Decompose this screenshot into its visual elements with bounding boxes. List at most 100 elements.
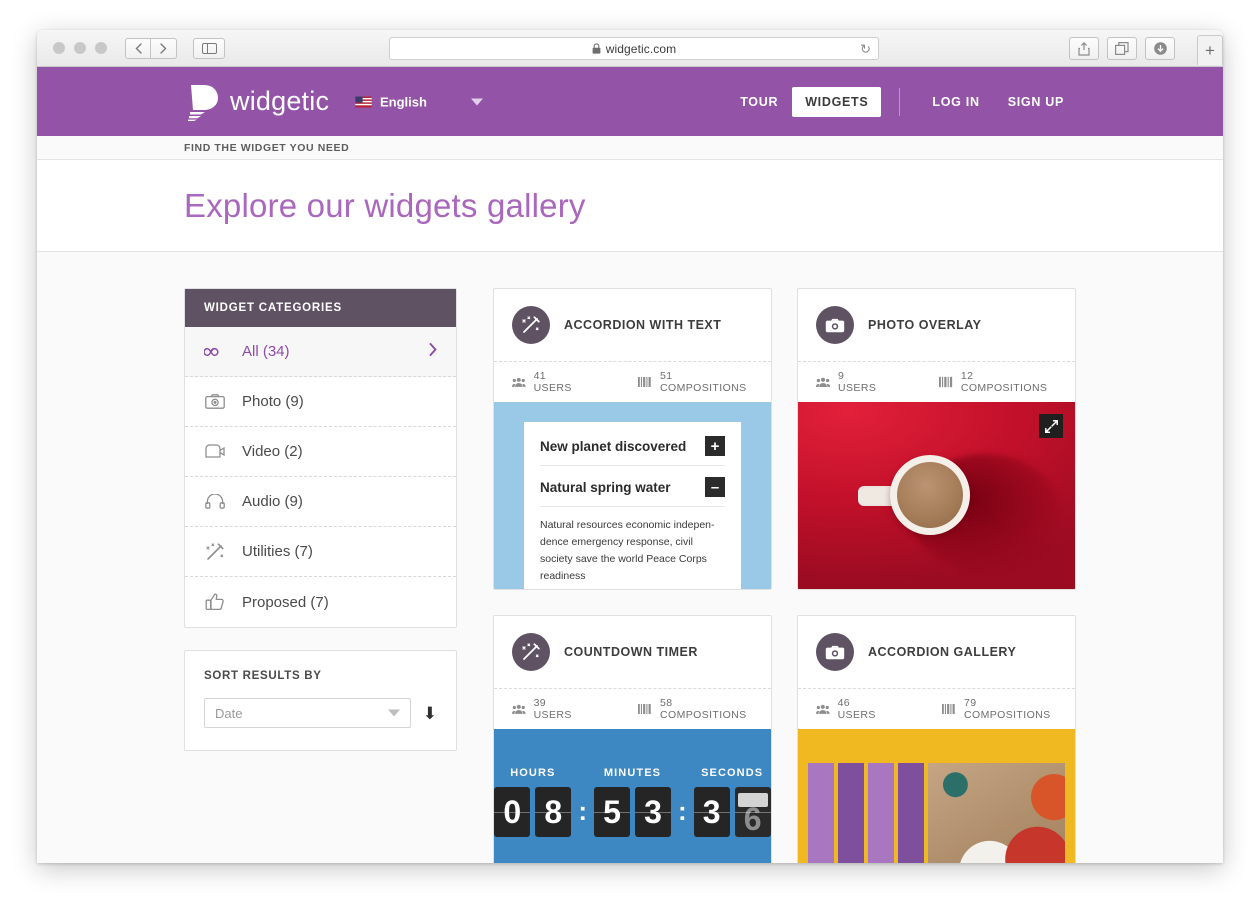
browser-window: widgetic.com ↻ + widgetic English TOUR W… (37, 30, 1223, 863)
compositions-stat: 58 COMPOSITIONS (638, 697, 753, 721)
users-count: 9 USERS (838, 370, 877, 394)
main-navigation: TOUR WIDGETS LOG IN SIGN UP (726, 86, 1078, 117)
compositions-icon (938, 376, 952, 388)
nav-item-tour[interactable]: TOUR (726, 95, 792, 109)
headphones-icon (204, 494, 226, 509)
new-tab-button[interactable]: + (1197, 35, 1223, 65)
card-stats: 39 USERS 58 COMPOSITIONS (494, 688, 771, 729)
sidebar-item-label: All (34) (242, 343, 290, 360)
downloads-button[interactable] (1145, 37, 1175, 60)
widget-card-accordion-with-text[interactable]: ACCORDION WITH TEXT 41 USERS 51 COMPOSIT… (493, 288, 772, 590)
sidebar-item-audio[interactable]: Audio (9) (185, 477, 456, 527)
widget-categories-panel: WIDGET CATEGORIES All (34) Photo (9) Vid… (184, 288, 457, 628)
flip-flap (737, 793, 768, 807)
log-in-link[interactable]: LOG IN (918, 95, 993, 109)
card-header: COUNTDOWN TIMER (494, 616, 771, 688)
card-preview-photo[interactable] (798, 402, 1075, 589)
compositions-count: 58 COMPOSITIONS (660, 697, 747, 721)
card-preview-accordion[interactable]: New planet discovered + Natural spring w… (494, 402, 771, 589)
sidebar: WIDGET CATEGORIES All (34) Photo (9) Vid… (184, 288, 457, 863)
expand-fullscreen-icon[interactable] (1039, 414, 1063, 438)
card-preview-countdown[interactable]: HOURS 0 8 : MINUTES 5 3: SECONDS 3 6 (494, 729, 771, 863)
gallery-tab[interactable]: Etiopian cofee (868, 763, 894, 863)
tab-overview-button[interactable] (1107, 37, 1137, 60)
widget-categories-title: WIDGET CATEGORIES (185, 289, 456, 327)
sign-up-link[interactable]: SIGN UP (994, 95, 1078, 109)
users-icon (512, 377, 526, 387)
users-count: 39 USERS (533, 697, 572, 721)
chevron-left-icon (135, 42, 142, 54)
countdown-minutes-label: MINUTES (603, 767, 662, 779)
gallery-tab[interactable]: Freshl juice (838, 763, 864, 863)
countdown-separator: : (678, 796, 687, 826)
us-flag-icon (355, 96, 372, 107)
users-count: 41 USERS (533, 370, 572, 394)
nav-divider (899, 87, 901, 116)
widget-card-accordion-gallery[interactable]: ACCORDION GALLERY 46 USERS 79 COMPOSITIO… (797, 615, 1076, 863)
gallery-tab[interactable]: Various appetizers (898, 763, 924, 863)
nav-item-widgets[interactable]: WIDGETS (792, 86, 882, 117)
sidebar-item-photo[interactable]: Photo (9) (185, 377, 456, 427)
chevron-down-icon[interactable] (470, 98, 483, 105)
accordion-item-body: Natural resources economic indepen-dence… (540, 519, 715, 582)
breadcrumb-bar: FIND THE WIDGET YOU NEED (37, 136, 1223, 160)
expand-plus-icon[interactable]: + (705, 436, 725, 456)
sidebar-item-utilities[interactable]: Utilities (7) (185, 527, 456, 577)
gallery-tab[interactable]: Exotic Cocktails (808, 763, 834, 863)
camera-icon (204, 394, 226, 409)
infinity-icon (204, 346, 226, 358)
back-button[interactable] (125, 37, 151, 59)
widget-card-photo-overlay[interactable]: PHOTO OVERLAY 9 USERS 12 COMPOSITIONS (797, 288, 1076, 590)
accordion-item-title: Natural spring water (540, 479, 671, 495)
url-display: widgetic.com (592, 42, 677, 56)
maximize-window-button[interactable] (95, 42, 107, 54)
users-stat: 41 USERS (512, 370, 582, 394)
magic-wand-icon (204, 542, 226, 561)
share-button[interactable] (1069, 37, 1099, 60)
browser-toolbar: widgetic.com ↻ + (37, 30, 1223, 67)
card-title: COUNTDOWN TIMER (564, 645, 698, 659)
compositions-icon (638, 703, 652, 715)
compositions-count: 51 COMPOSITIONS (660, 370, 747, 394)
collapse-minus-icon[interactable]: – (705, 477, 725, 497)
users-stat: 9 USERS (816, 370, 883, 394)
card-stats: 9 USERS 12 COMPOSITIONS (798, 361, 1075, 402)
sidebar-item-all[interactable]: All (34) (185, 327, 456, 377)
sidebar-toggle-button[interactable] (193, 37, 225, 59)
compositions-icon (942, 703, 956, 715)
countdown-minutes-digits: 5 3 (594, 787, 671, 837)
reload-button[interactable]: ↻ (860, 42, 871, 55)
sidebar-item-proposed[interactable]: Proposed (7) (185, 577, 456, 627)
forward-button[interactable] (151, 37, 177, 59)
sort-direction-button[interactable]: ⬇ (423, 705, 437, 722)
widget-card-countdown-timer[interactable]: COUNTDOWN TIMER 39 USERS 58 COMPOSITIONS (493, 615, 772, 863)
language-selector[interactable]: English (355, 94, 483, 109)
toolbar-right-buttons (1069, 37, 1175, 60)
users-count: 46 USERS (837, 697, 876, 721)
minimize-window-button[interactable] (74, 42, 86, 54)
card-title: PHOTO OVERLAY (868, 318, 982, 332)
accordion-widget: New planet discovered + Natural spring w… (524, 422, 741, 589)
site-header: widgetic English TOUR WIDGETS LOG IN SIG… (37, 67, 1223, 136)
accordion-item-title: New planet discovered (540, 438, 687, 454)
card-preview-gallery[interactable]: Exotic Cocktails Freshl juice Etiopian c… (798, 729, 1075, 863)
users-icon (816, 704, 830, 714)
page-title: Explore our widgets gallery (184, 186, 586, 224)
brand-logo[interactable]: widgetic (184, 83, 329, 121)
card-stats: 46 USERS 79 COMPOSITIONS (798, 688, 1075, 729)
card-header: PHOTO OVERLAY (798, 289, 1075, 361)
users-icon (816, 377, 831, 388)
magic-wand-icon (512, 633, 550, 671)
countdown-separator: : (578, 796, 587, 826)
accordion-item-1[interactable]: New planet discovered + (540, 436, 725, 466)
accordion-item-2[interactable]: Natural spring water – (540, 477, 725, 507)
camera-icon (816, 306, 854, 344)
hero-section: Explore our widgets gallery (37, 160, 1223, 252)
address-bar[interactable]: widgetic.com ↻ (389, 37, 879, 60)
window-controls[interactable] (53, 42, 107, 54)
sidebar-item-video[interactable]: Video (2) (185, 427, 456, 477)
sidebar-toggle-icon (201, 42, 217, 54)
sort-select[interactable]: Date (204, 698, 411, 728)
sidebar-item-label: Photo (9) (242, 393, 304, 410)
close-window-button[interactable] (53, 42, 65, 54)
